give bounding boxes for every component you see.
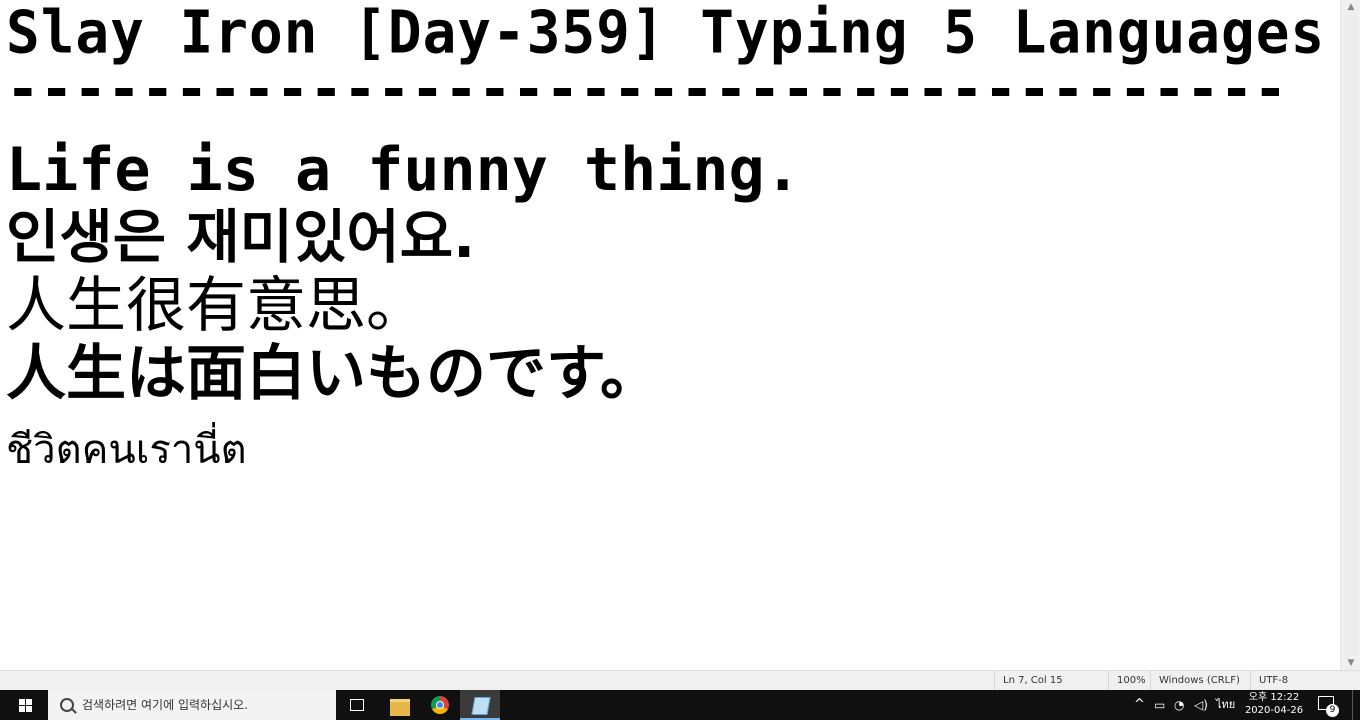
file-explorer-icon[interactable] xyxy=(380,690,420,720)
notepad-icon[interactable] xyxy=(460,690,500,720)
notification-count-badge: 9 xyxy=(1326,704,1339,717)
text-line-3: Life is a funny thing. xyxy=(6,135,801,205)
text-line-2: -------------------------------------- xyxy=(6,57,1288,122)
text-line-7: ชีวิตคนเรานี่ต xyxy=(6,427,247,473)
scrollbar-thumb[interactable] xyxy=(1345,16,1357,656)
clock-date: 2020-04-26 xyxy=(1244,705,1304,716)
chrome-icon[interactable] xyxy=(420,690,460,720)
text-line-1: Slay Iron [Day-359] Typing 5 Languages xyxy=(6,0,1326,67)
zoom-level: 100% xyxy=(1108,671,1151,691)
text-line-6: 人生は面白いものです。 xyxy=(6,339,660,409)
search-icon xyxy=(60,698,74,712)
scroll-down-arrow-icon[interactable]: ▼ xyxy=(1341,656,1360,670)
editor-text-area[interactable]: Slay Iron [Day-359] Typing 5 Languages -… xyxy=(0,0,1340,670)
input-language[interactable]: ไทย xyxy=(1216,690,1235,720)
start-button[interactable] xyxy=(0,690,48,720)
battery-icon[interactable]: ▭ xyxy=(1154,690,1165,720)
status-bar: Ln 7, Col 15 100% Windows (CRLF) UTF-8 xyxy=(0,670,1360,691)
text-line-5: 人生很有意思。 xyxy=(6,271,426,341)
tray-chevron-icon[interactable]: ^ xyxy=(1134,690,1145,720)
scroll-up-arrow-icon[interactable]: ▲ xyxy=(1341,0,1360,14)
cursor-position: Ln 7, Col 15 xyxy=(994,671,1109,691)
line-ending: Windows (CRLF) xyxy=(1150,671,1245,691)
taskbar-search-box[interactable]: 검색하려면 여기에 입력하십시오. xyxy=(48,690,336,720)
search-placeholder: 검색하려면 여기에 입력하십시오. xyxy=(82,698,249,712)
vertical-scrollbar[interactable]: ▲ ▼ xyxy=(1340,0,1360,670)
volume-icon[interactable]: ◁) xyxy=(1194,690,1208,720)
show-desktop-button[interactable] xyxy=(1352,690,1360,720)
wifi-icon[interactable]: ◔ xyxy=(1174,690,1184,720)
text-line-4: 인생은 재미있어요. xyxy=(6,203,476,271)
clock[interactable]: 오후 12:22 2020-04-26 xyxy=(1236,691,1312,717)
task-view-icon[interactable] xyxy=(336,690,376,720)
encoding: UTF-8 xyxy=(1250,671,1339,691)
clock-time: 오후 12:22 xyxy=(1248,692,1300,703)
windows-logo-icon xyxy=(19,699,32,712)
taskbar: 검색하려면 여기에 입력하십시오. ^ ▭ ◔ ◁) ไทย 오후 12:22 … xyxy=(0,690,1360,720)
